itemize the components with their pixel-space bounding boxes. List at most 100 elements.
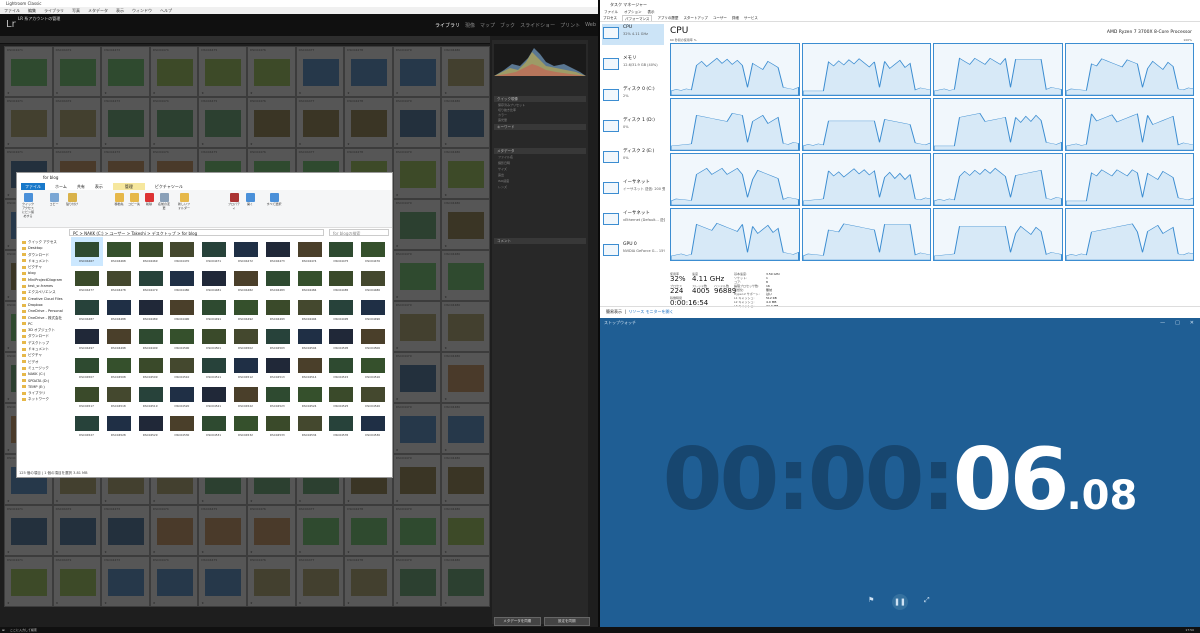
grid-cell[interactable]: DSC04480 ★	[441, 556, 490, 607]
grid-cell[interactable]: DSC04473 ★	[101, 97, 150, 148]
sidebar-item[interactable]: GPU 0 NVIDIA GeForce G... 15%	[602, 241, 665, 262]
grid-cell[interactable]: DSC04475 ★	[198, 46, 247, 97]
file-item[interactable]: DSC04531	[198, 411, 230, 440]
photo-thumbnail[interactable]	[108, 59, 145, 86]
grid-cell[interactable]: DSC04475 ★	[198, 556, 247, 607]
grid-cell[interactable]: DSC04479 ★	[392, 199, 442, 250]
file-item[interactable]: DSC04524	[294, 382, 326, 411]
file-item[interactable]: DSC04487	[71, 295, 103, 324]
photo-thumbnail[interactable]	[302, 569, 339, 596]
grid-cell[interactable]: DSC04477 ★	[295, 556, 345, 607]
module-slideshow[interactable]: スライドショー	[520, 22, 555, 29]
file-item[interactable]: DSC04519	[135, 382, 167, 411]
sync-metadata-button[interactable]: メタデータを同期	[494, 617, 541, 626]
file-item[interactable]: DSC04530	[166, 411, 198, 440]
grid-cell[interactable]: DSC04473 ★	[101, 556, 150, 607]
rename-button[interactable]: 名前の変更	[157, 193, 171, 217]
photo-thumbnail[interactable]	[156, 59, 193, 86]
star-icon[interactable]: ★	[444, 448, 447, 452]
tab-performance[interactable]: パフォーマンス	[622, 15, 653, 21]
taskbar-search[interactable]: ここに入力して検索	[10, 627, 37, 633]
star-icon[interactable]: ★	[7, 601, 10, 605]
star-icon[interactable]: ★	[250, 499, 253, 503]
photo-thumbnail[interactable]	[59, 518, 96, 545]
star-icon[interactable]: ★	[396, 448, 399, 452]
grid-cell[interactable]: DSC04480 ★	[441, 505, 490, 556]
grid-cell[interactable]: DSC04480 ★	[441, 46, 490, 97]
file-item[interactable]: DSC04488	[103, 295, 135, 324]
sidebar-item[interactable]: ディスク 2 (E:) 0%	[602, 148, 664, 169]
grid-cell[interactable]: DSC04476 ★	[246, 505, 296, 556]
sidebar-item[interactable]: CPU 32% 4.11 GHz	[602, 24, 664, 45]
grid-cell[interactable]: DSC04477 ★	[295, 97, 345, 148]
photo-thumbnail[interactable]	[448, 212, 485, 239]
grid-cell[interactable]: DSC04476 ★	[246, 46, 296, 97]
photo-thumbnail[interactable]	[205, 59, 242, 86]
module-web[interactable]: Web	[585, 22, 596, 29]
star-icon[interactable]: ★	[7, 244, 10, 248]
file-item[interactable]: DSC04502	[230, 324, 262, 353]
tab-services[interactable]: サービス	[744, 15, 758, 21]
grid-cell[interactable]: DSC04480 ★	[441, 97, 490, 148]
module-map[interactable]: マップ	[480, 22, 495, 29]
photo-thumbnail[interactable]	[108, 110, 145, 137]
star-icon[interactable]: ★	[396, 550, 399, 554]
module-print[interactable]: プリント	[560, 22, 580, 29]
star-icon[interactable]: ★	[396, 142, 399, 146]
grid-cell[interactable]: DSC04477 ★	[295, 46, 345, 97]
lap-flag-icon[interactable]: ⚑	[868, 596, 874, 604]
close-icon[interactable]: ✕	[1190, 320, 1194, 326]
file-item[interactable]: DSC04480	[166, 266, 198, 295]
grid-cell[interactable]: DSC04476 ★	[246, 556, 296, 607]
star-icon[interactable]: ★	[299, 499, 302, 503]
brief-view-toggle[interactable]: 簡易表示	[606, 309, 622, 314]
star-icon[interactable]: ★	[444, 346, 447, 350]
grid-cell[interactable]: DSC04472 ★	[52, 97, 102, 148]
star-icon[interactable]: ★	[153, 91, 156, 95]
photo-thumbnail[interactable]	[11, 59, 47, 86]
file-item[interactable]: DSC04504	[294, 324, 326, 353]
file-item[interactable]: DSC04503	[262, 324, 294, 353]
grid-cell[interactable]: DSC04480 ★	[441, 454, 490, 505]
photo-thumbnail[interactable]	[205, 569, 242, 596]
tab-processes[interactable]: プロセス	[603, 15, 617, 21]
file-item[interactable]: DSC04525	[325, 382, 357, 411]
file-item[interactable]: DSC04536	[357, 411, 389, 440]
grid-cell[interactable]: DSC04478 ★	[344, 46, 393, 97]
grid-cell[interactable]: DSC04479 ★	[392, 403, 442, 454]
star-icon[interactable]: ★	[104, 499, 107, 503]
star-icon[interactable]: ★	[250, 91, 253, 95]
menu-library[interactable]: ライブラリ	[44, 7, 64, 14]
file-item[interactable]: DSC04492	[230, 295, 262, 324]
filter-bar[interactable]	[0, 36, 490, 44]
sync-settings-button[interactable]: 設定を同期	[543, 617, 590, 626]
star-icon[interactable]: ★	[250, 601, 253, 605]
grid-cell[interactable]: DSC04473 ★	[101, 46, 150, 97]
panel-comments[interactable]: コメント	[494, 238, 586, 244]
menu-edit[interactable]: 編集	[28, 7, 36, 14]
star-icon[interactable]: ★	[396, 91, 399, 95]
file-item[interactable]: DSC04513	[262, 353, 294, 382]
photo-thumbnail[interactable]	[253, 59, 290, 86]
panel-keywording[interactable]: キーワード	[494, 124, 586, 130]
photo-thumbnail[interactable]	[108, 569, 145, 596]
photo-thumbnail[interactable]	[156, 569, 193, 596]
file-item[interactable]: DSC04529	[135, 411, 167, 440]
photo-thumbnail[interactable]	[11, 569, 47, 596]
file-item[interactable]: DSC04532	[230, 411, 262, 440]
photo-thumbnail[interactable]	[448, 263, 485, 290]
photo-thumbnail[interactable]	[448, 161, 485, 188]
file-item[interactable]: DSC04527	[71, 411, 103, 440]
photo-thumbnail[interactable]	[59, 569, 96, 596]
star-icon[interactable]: ★	[56, 499, 59, 503]
photo-thumbnail[interactable]	[108, 518, 145, 545]
nav-item[interactable]: ネットワーク	[19, 396, 67, 402]
menu-help[interactable]: ヘルプ	[160, 7, 172, 14]
star-icon[interactable]: ★	[444, 295, 447, 299]
panel-quick-develop[interactable]: クイック現像	[494, 96, 586, 102]
photo-thumbnail[interactable]	[351, 518, 388, 545]
path-input[interactable]: PC > NAKK (C:) > ユーザー > Takeshi > デスクトップ…	[69, 229, 324, 236]
file-item[interactable]: DSC04509	[135, 353, 167, 382]
start-icon[interactable]: ⊞	[2, 627, 5, 633]
star-icon[interactable]: ★	[104, 142, 107, 146]
